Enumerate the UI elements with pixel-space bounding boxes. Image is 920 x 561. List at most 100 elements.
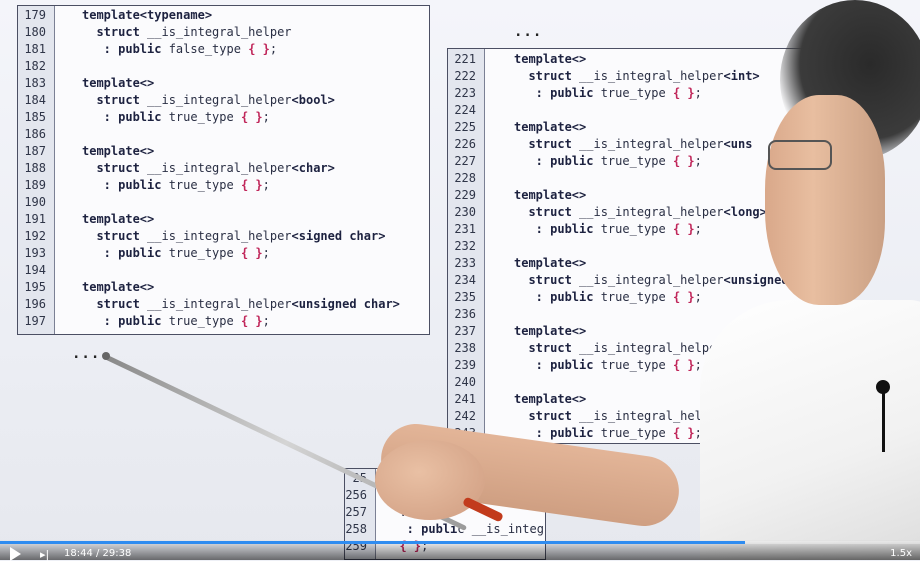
code-text: template<>	[82, 75, 154, 92]
code-line: 234 struct __is_integral_helper<unsigned…	[448, 272, 828, 289]
line-number: 188	[24, 161, 46, 175]
code-text: : public true_type { };	[82, 313, 270, 330]
code-token: : public	[514, 154, 601, 168]
line-number: 234	[454, 273, 476, 287]
code-token: c __is_integ	[457, 522, 544, 536]
code-token: __is_integral_helper	[579, 137, 724, 151]
presenter-shirt	[700, 300, 920, 560]
line-number: 180	[24, 25, 46, 39]
line-number: 189	[24, 178, 46, 192]
line-number: 195	[24, 280, 46, 294]
code-text: template<>	[82, 143, 154, 160]
video-time: 18:44 / 29:38	[64, 548, 132, 559]
code-token: ;	[269, 42, 278, 56]
line-number: 196	[24, 297, 46, 311]
code-text: : public false_type { };	[82, 41, 277, 58]
line-number: 230	[454, 205, 476, 219]
code-token: true_type	[600, 154, 673, 168]
line-number: 187	[24, 144, 46, 158]
code-token: { }	[672, 358, 695, 372]
code-text: : public true_type { };	[82, 177, 270, 194]
code-line: 225 template<>	[448, 119, 828, 136]
code-line: 190	[18, 194, 429, 211]
code-text: struct __is_integral_helper<unsigned cha…	[82, 296, 399, 313]
code-token: ;	[694, 86, 702, 100]
code-text: struct __is_integral_helper<uns	[514, 136, 752, 153]
line-number: 236	[454, 307, 476, 321]
code-line: 195 template<>	[18, 279, 429, 296]
code-text: template<>	[514, 323, 586, 340]
code-line: 179 template<typename>	[18, 7, 429, 24]
code-line: 193 : public true_type { };	[18, 245, 429, 262]
line-number: 221	[454, 52, 476, 66]
code-token: struct	[514, 341, 580, 355]
play-icon[interactable]	[10, 547, 21, 561]
code-token: { }	[672, 222, 695, 236]
code-token: { }	[240, 110, 263, 124]
next-icon[interactable]: ▸|	[40, 548, 49, 561]
code-token: ;	[262, 110, 270, 124]
code-token: : publi	[385, 522, 458, 536]
code-line: 189 : public true_type { };	[18, 177, 429, 194]
code-token: __is_integral_helper	[147, 25, 292, 39]
code-token: __is_integral_helper	[579, 273, 724, 287]
line-number: 183	[24, 76, 46, 90]
code-text: struct __is_integral_helper<	[514, 408, 730, 425]
code-token: : public	[82, 246, 169, 260]
code-token: __is_integral_helper	[147, 93, 292, 107]
code-text: template<>	[514, 391, 586, 408]
code-token: ;	[262, 314, 270, 328]
code-token: true_type	[168, 314, 241, 328]
code-token: : public	[82, 178, 169, 192]
line-number: 190	[24, 195, 46, 209]
line-number: 186	[24, 127, 46, 141]
code-token: template<>	[82, 212, 155, 226]
code-text: template<typename>	[82, 7, 212, 24]
code-token: { }	[672, 154, 695, 168]
code-line: 223 : public true_type { };	[448, 85, 828, 102]
code-text: : public true_type { };	[514, 425, 702, 442]
code-line: 222 struct __is_integral_helper<int>	[448, 68, 828, 85]
code-line: 197 : public true_type { };	[18, 313, 429, 330]
code-text: : public true_type { };	[514, 85, 702, 102]
code-token: struct	[82, 93, 148, 107]
code-token: { }	[240, 178, 263, 192]
line-number: 228	[454, 171, 476, 185]
line-number: 224	[454, 103, 476, 117]
code-token: { }	[240, 246, 263, 260]
code-token: true_type	[600, 426, 673, 440]
playback-speed[interactable]: 1.5x	[890, 548, 912, 559]
code-line: 186	[18, 126, 429, 143]
code-line: 192 struct __is_integral_helper<signed c…	[18, 228, 429, 245]
code-line: 191 template<>	[18, 211, 429, 228]
code-token: template<>	[82, 76, 155, 90]
code-token: struct	[514, 69, 580, 83]
code-token: : public	[514, 290, 601, 304]
code-token: template<>	[514, 120, 587, 134]
code-token: true_type	[600, 290, 673, 304]
code-token: template<>	[514, 392, 587, 406]
code-line: 224	[448, 102, 828, 119]
code-text: struct __is_integral_helper<signed char>	[82, 228, 385, 245]
microphone-cable	[882, 392, 885, 452]
ellipsis-right: ...	[514, 24, 543, 40]
code-token: : public	[514, 86, 601, 100]
line-number: 222	[454, 69, 476, 83]
code-line: 185 : public true_type { };	[18, 109, 429, 126]
code-token: template<>	[514, 324, 587, 338]
code-token: struct	[514, 273, 580, 287]
code-token: ;	[694, 154, 702, 168]
code-token: true_type	[600, 86, 673, 100]
code-token: : public	[514, 426, 601, 440]
line-number: 226	[454, 137, 476, 151]
code-text: struct __is_integral_helper<int>	[514, 68, 759, 85]
code-token: ;	[694, 222, 702, 236]
code-text: template<>	[514, 187, 586, 204]
code-token: ;	[262, 246, 270, 260]
code-line: 182	[18, 58, 429, 75]
code-token: struct	[514, 137, 580, 151]
line-number: 185	[24, 110, 46, 124]
line-number: 233	[454, 256, 476, 270]
code-token: : public	[82, 314, 169, 328]
code-token: template<>	[82, 280, 155, 294]
